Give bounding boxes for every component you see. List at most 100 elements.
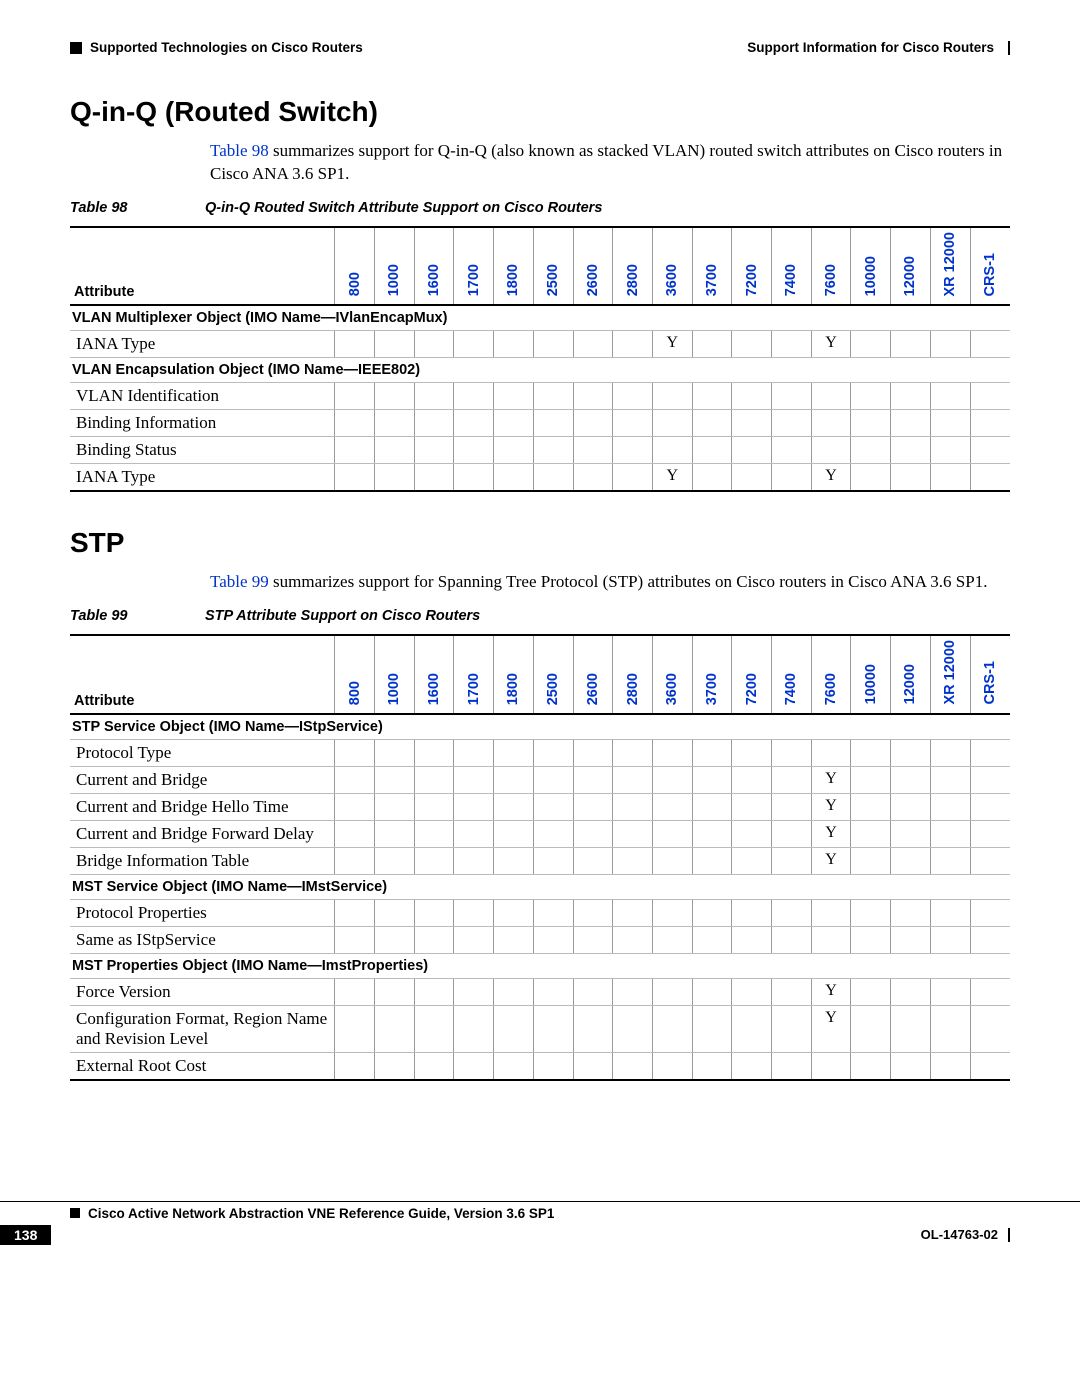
- router-column-header[interactable]: 3700: [692, 635, 732, 714]
- attribute-name: IANA Type: [70, 464, 335, 492]
- router-column-header[interactable]: 2600: [573, 227, 613, 306]
- table-row: Current and Bridge Forward DelayY: [70, 820, 1010, 847]
- support-cell: [454, 766, 494, 793]
- table-row: IANA TypeYY: [70, 464, 1010, 492]
- router-column-header[interactable]: 1600: [414, 227, 454, 306]
- router-column-header[interactable]: CRS-1: [970, 227, 1010, 306]
- support-cell: [533, 464, 573, 492]
- router-column-header[interactable]: 1800: [494, 227, 534, 306]
- support-cell: [930, 978, 970, 1005]
- router-column-header[interactable]: 800: [335, 227, 375, 306]
- table-reference-link[interactable]: Table 98: [210, 141, 269, 160]
- support-cell: [652, 847, 692, 874]
- router-column-header[interactable]: 10000: [851, 227, 891, 306]
- support-cell: [891, 331, 931, 358]
- support-cell: [772, 766, 812, 793]
- support-cell: [533, 899, 573, 926]
- router-column-header[interactable]: 7400: [772, 227, 812, 306]
- router-column-header[interactable]: CRS-1: [970, 635, 1010, 714]
- support-cell: [851, 464, 891, 492]
- support-cell: [613, 1052, 653, 1080]
- attribute-name: Current and Bridge: [70, 766, 335, 793]
- support-cell: [335, 464, 375, 492]
- support-cell: [335, 383, 375, 410]
- section-title: Q-in-Q (Routed Switch): [70, 96, 1010, 128]
- router-column-header[interactable]: 12000: [891, 635, 931, 714]
- router-column-header[interactable]: 1700: [454, 635, 494, 714]
- support-cell: [930, 1005, 970, 1052]
- table-row: Current and Bridge Y: [70, 766, 1010, 793]
- router-column-header[interactable]: 7400: [772, 635, 812, 714]
- support-cell: [732, 978, 772, 1005]
- attribute-name: Protocol Type: [70, 739, 335, 766]
- router-column-header[interactable]: XR 12000: [930, 635, 970, 714]
- support-cell: [732, 331, 772, 358]
- router-column-header[interactable]: XR 12000: [930, 227, 970, 306]
- support-cell: [573, 793, 613, 820]
- router-column-header[interactable]: 7600: [811, 635, 851, 714]
- support-cell: [454, 926, 494, 953]
- support-cell: [374, 820, 414, 847]
- router-column-header[interactable]: 2800: [613, 635, 653, 714]
- support-cell: [374, 1005, 414, 1052]
- support-cell: [732, 899, 772, 926]
- support-cell: [414, 1005, 454, 1052]
- support-cell: [374, 847, 414, 874]
- support-cell: [573, 383, 613, 410]
- support-cell: [732, 464, 772, 492]
- support-cell: [692, 978, 732, 1005]
- support-cell: [335, 331, 375, 358]
- support-cell: [732, 1052, 772, 1080]
- table-row: External Root Cost: [70, 1052, 1010, 1080]
- support-cell: [851, 978, 891, 1005]
- router-column-header[interactable]: 1600: [414, 635, 454, 714]
- router-column-header[interactable]: 1000: [374, 635, 414, 714]
- support-cell: [494, 1005, 534, 1052]
- attribute-name: Same as IStpService: [70, 926, 335, 953]
- support-cell: [811, 410, 851, 437]
- support-cell: [414, 820, 454, 847]
- router-column-header[interactable]: 3600: [652, 227, 692, 306]
- support-cell: [414, 464, 454, 492]
- support-cell: [335, 739, 375, 766]
- support-cell: Y: [811, 766, 851, 793]
- support-cell: [335, 437, 375, 464]
- support-cell: [454, 464, 494, 492]
- support-cell: [494, 793, 534, 820]
- support-cell: [613, 820, 653, 847]
- support-cell: [851, 1005, 891, 1052]
- router-column-header[interactable]: 2500: [533, 635, 573, 714]
- support-cell: [930, 766, 970, 793]
- support-cell: [772, 926, 812, 953]
- support-cell: [613, 978, 653, 1005]
- support-cell: [772, 978, 812, 1005]
- router-column-header[interactable]: 1700: [454, 227, 494, 306]
- support-cell: [454, 410, 494, 437]
- router-column-header[interactable]: 2500: [533, 227, 573, 306]
- support-cell: [533, 437, 573, 464]
- router-column-header[interactable]: 7200: [732, 635, 772, 714]
- router-column-header[interactable]: 12000: [891, 227, 931, 306]
- support-cell: [970, 793, 1010, 820]
- router-column-header[interactable]: 10000: [851, 635, 891, 714]
- router-column-header[interactable]: 1000: [374, 227, 414, 306]
- router-column-header[interactable]: 800: [335, 635, 375, 714]
- router-column-header[interactable]: 3600: [652, 635, 692, 714]
- router-column-header[interactable]: 2800: [613, 227, 653, 306]
- support-cell: [374, 739, 414, 766]
- support-cell: [692, 739, 732, 766]
- router-column-header[interactable]: 3700: [692, 227, 732, 306]
- router-column-header[interactable]: 7200: [732, 227, 772, 306]
- router-column-header[interactable]: 7600: [811, 227, 851, 306]
- support-cell: [613, 464, 653, 492]
- attribute-name: Force Version: [70, 978, 335, 1005]
- router-column-header[interactable]: 2600: [573, 635, 613, 714]
- support-cell: [613, 437, 653, 464]
- support-cell: [494, 847, 534, 874]
- support-cell: [613, 847, 653, 874]
- table-reference-link[interactable]: Table 99: [210, 572, 269, 591]
- support-cell: [533, 1005, 573, 1052]
- section-paragraph: Table 98 summarizes support for Q-in-Q (…: [210, 140, 1010, 186]
- support-cell: [811, 1052, 851, 1080]
- router-column-header[interactable]: 1800: [494, 635, 534, 714]
